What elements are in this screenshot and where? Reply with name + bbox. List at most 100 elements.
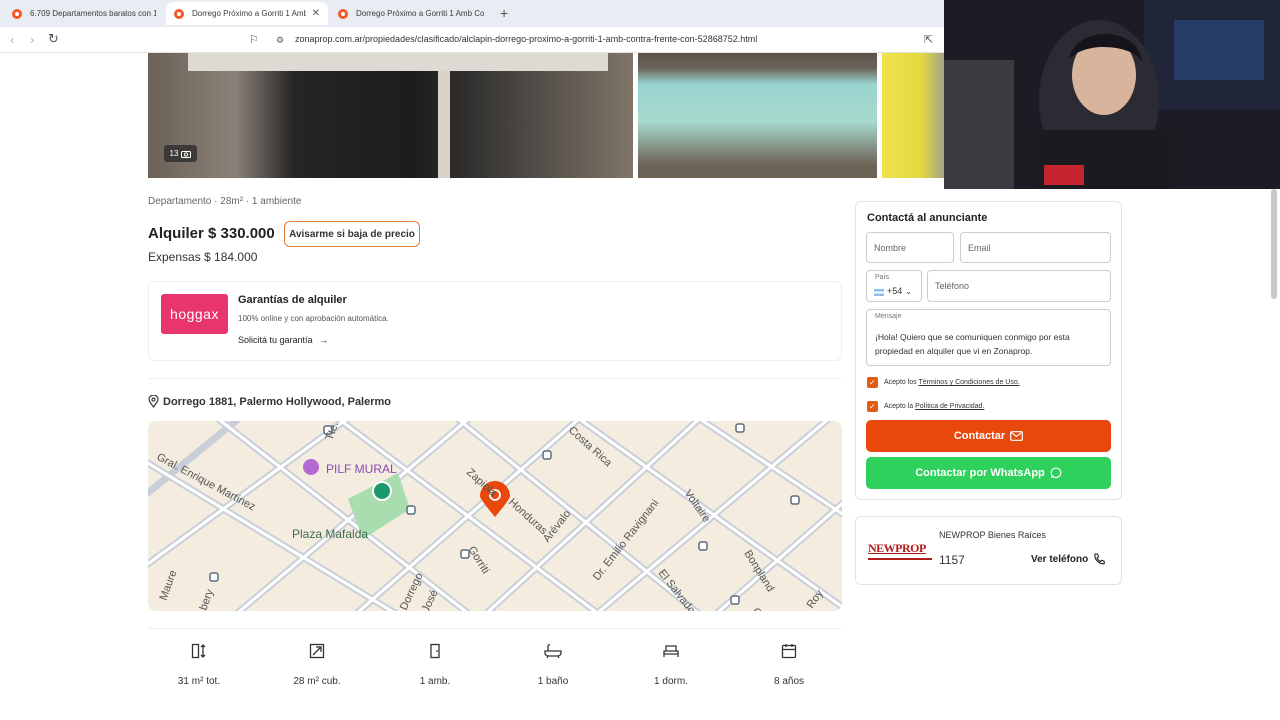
forward-icon[interactable]: › <box>30 32 34 47</box>
map-canvas: PILF MURAL Plaza Mafalda Gral. Enrique M… <box>148 421 842 611</box>
bed-icon <box>663 645 679 657</box>
hoggax-logo: hoggax <box>161 294 228 334</box>
feature-label: 28 m² cub. <box>293 676 341 687</box>
share-icon[interactable]: ⇱ <box>924 33 933 46</box>
guarantee-card: hoggax Garantías de alquiler 100% online… <box>148 281 842 361</box>
museum-poi-icon[interactable] <box>303 459 319 475</box>
contact-button[interactable]: Contactar <box>866 420 1111 452</box>
agency-phone-partial: 1157 <box>939 553 965 567</box>
expensas: Expensas $ 184.000 <box>148 250 258 264</box>
feature-label: 1 baño <box>537 676 569 687</box>
rent-price: Alquiler $ 330.000 <box>148 225 275 242</box>
phone-field[interactable]: Teléfono <box>927 270 1111 302</box>
guarantee-title: Garantías de alquiler <box>238 294 347 306</box>
whatsapp-button-label: Contactar por WhatsApp <box>915 467 1045 479</box>
map-label-plaza-mafalda: Plaza Mafalda <box>292 527 368 541</box>
location-map[interactable]: PILF MURAL Plaza Mafalda Gral. Enrique M… <box>148 421 842 611</box>
divider <box>148 628 842 629</box>
country-code: +54 <box>887 286 903 296</box>
privacy-link[interactable]: Política de Privacidad. <box>915 403 984 410</box>
privacy-checkbox[interactable]: ✓ <box>867 401 878 412</box>
agency-card: NEWPROP NEWPROP Bienes Raíces 1157 Ver t… <box>855 516 1122 585</box>
contact-title: Contactá al anunciante <box>867 212 988 224</box>
phone-placeholder: Teléfono <box>935 281 970 291</box>
tab-listing-active[interactable]: Dorrego Próximo a Gorriti 1 Amb ✕ <box>166 2 328 25</box>
property-features: 31 m² tot. 28 m² cub. 1 amb. 1 baño 1 do… <box>148 640 848 700</box>
photo-count-badge[interactable]: 13 <box>164 145 197 162</box>
show-phone-button[interactable]: Ver teléfono <box>1031 553 1105 565</box>
chevron-down-icon: ⌄ <box>905 287 912 296</box>
map-label-pilf-mural: PILF MURAL <box>326 462 397 476</box>
feature-label: 1 amb. <box>419 676 451 687</box>
photo-gallery[interactable] <box>148 53 948 178</box>
whatsapp-button[interactable]: Contactar por WhatsApp <box>866 457 1111 489</box>
price-alert-button[interactable]: Avisarme si baja de precio <box>284 221 420 247</box>
feature-total-area: 31 m² tot. <box>140 640 258 687</box>
arrow-right-icon: → <box>319 335 329 345</box>
terms-checkbox[interactable]: ✓ <box>867 377 878 388</box>
address: Dorrego 1881, Palermo Hollywood, Palermo <box>148 395 391 408</box>
guarantee-subtitle: 100% online y con aprobación automática. <box>238 314 389 323</box>
terms-prefix: Acepto los <box>884 379 917 386</box>
name-placeholder: Nombre <box>874 242 907 253</box>
tab-title: Dorrego Próximo a Gorriti 1 Amb Co <box>356 9 484 18</box>
new-tab-button[interactable]: + <box>500 5 508 21</box>
url-text[interactable]: zonaprop.com.ar/propiedades/clasificado/… <box>295 34 757 44</box>
reload-icon[interactable]: ↻ <box>48 31 59 47</box>
browser-window: { "browser": { "tabs": [ {"title": "6.70… <box>0 0 1280 720</box>
location-pin-icon <box>148 395 159 408</box>
photo-count: 13 <box>169 149 179 158</box>
camera-icon <box>181 150 192 158</box>
email-placeholder: Email <box>968 242 991 253</box>
page-scrollbar[interactable] <box>1271 189 1277 299</box>
close-tab-icon[interactable]: ✕ <box>312 8 320 19</box>
guarantee-link-label: Solicitá tu garantía <box>238 335 313 345</box>
map-label-street: Gral. Enrique Martinez <box>155 451 258 513</box>
feature-label: 31 m² tot. <box>177 676 221 687</box>
covered-area-icon <box>309 643 325 659</box>
tab-search-results[interactable]: 6.709 Departamentos baratos con 1 <box>4 2 164 25</box>
tab-title: Dorrego Próximo a Gorriti 1 Amb <box>192 9 306 18</box>
feature-rooms: 1 amb. <box>376 640 494 687</box>
whatsapp-icon <box>1050 467 1062 479</box>
feature-label: 1 dorm. <box>654 676 688 687</box>
contact-button-label: Contactar <box>953 430 1006 442</box>
country-label: País <box>875 274 890 281</box>
zonaprop-favicon-icon <box>174 8 184 19</box>
map-label-street: bery <box>198 587 217 611</box>
message-label: Mensaje <box>875 313 902 320</box>
divider <box>148 378 842 379</box>
feature-label: 8 años <box>773 676 805 687</box>
privacy-label: Acepto la Política de Privacidad. <box>884 403 984 410</box>
bookmark-icon[interactable]: ⚐ <box>249 33 259 46</box>
door-icon <box>430 643 440 659</box>
name-field[interactable]: Nombre <box>866 232 954 263</box>
map-label-street: Tte. <box>324 421 342 442</box>
message-text[interactable]: ¡Hola! Quiero que se comuniquen conmigo … <box>875 330 1103 358</box>
photo-pool[interactable] <box>638 53 877 178</box>
bathtub-icon <box>544 644 562 659</box>
park-poi-icon[interactable] <box>372 481 392 501</box>
map-label-street: Co <box>750 606 768 611</box>
map-label-street: Maure <box>158 569 180 602</box>
map-label-street: El Salvador <box>656 567 700 611</box>
map-label-street: Honduras <box>506 496 550 537</box>
privacy-prefix: Acepto la <box>884 403 914 410</box>
photo-third[interactable] <box>882 53 948 178</box>
feature-bathrooms: 1 baño <box>494 640 612 687</box>
agency-logo[interactable]: NEWPROP <box>868 541 932 560</box>
address-text: Dorrego 1881, Palermo Hollywood, Palermo <box>163 395 392 408</box>
show-phone-label: Ver teléfono <box>1031 553 1089 565</box>
listing-meta: Departamento · 28m² · 1 ambiente <box>148 196 302 207</box>
guarantee-link[interactable]: Solicitá tu garantía → <box>238 335 328 345</box>
site-info-icon[interactable]: ⚙ <box>276 35 284 46</box>
map-label-street: Gorriti <box>465 544 491 576</box>
tab-listing-2[interactable]: Dorrego Próximo a Gorriti 1 Amb Co <box>330 2 492 25</box>
agency-name[interactable]: NEWPROP Bienes Raíces <box>939 530 1046 540</box>
mail-icon <box>1010 431 1024 441</box>
terms-link[interactable]: Términos y Condiciones de Uso. <box>919 379 1020 386</box>
email-field[interactable]: Email <box>960 232 1111 263</box>
photo-entrance[interactable] <box>148 53 633 178</box>
feature-covered-area: 28 m² cub. <box>258 640 376 687</box>
back-icon[interactable]: ‹ <box>10 32 14 47</box>
